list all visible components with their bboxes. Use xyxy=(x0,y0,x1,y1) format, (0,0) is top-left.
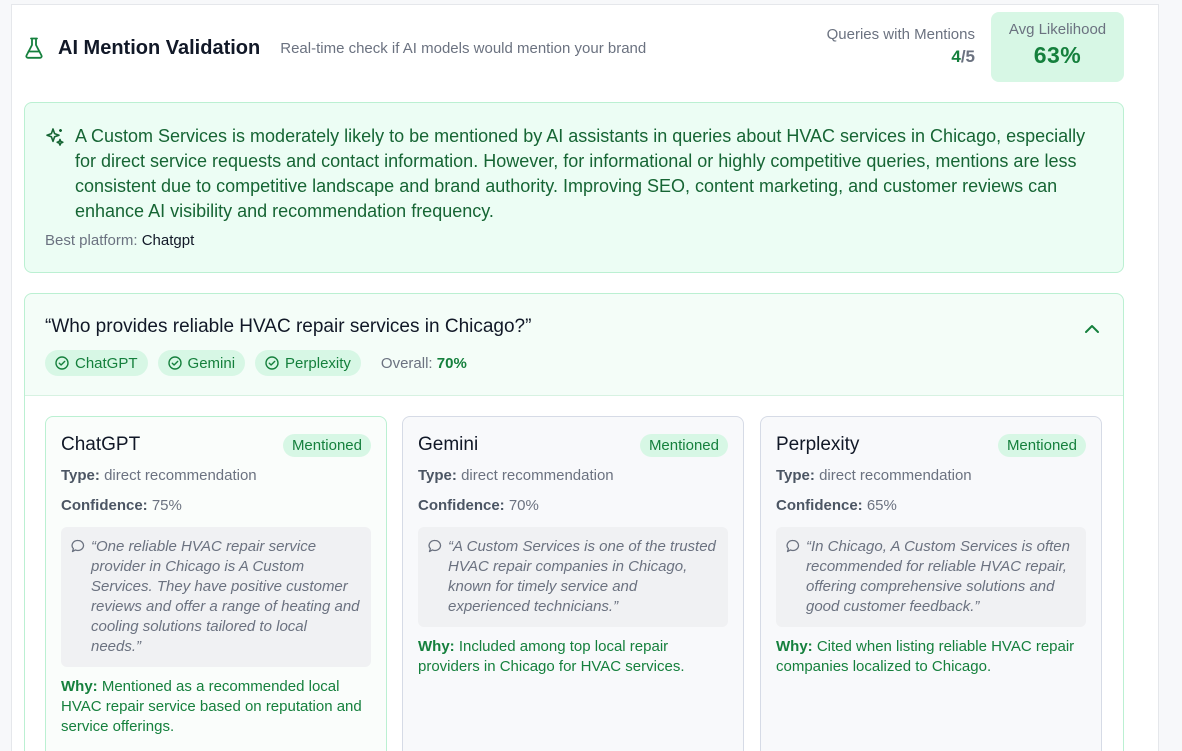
platform-pills: ChatGPT Gemini Perplexity Overall: 70% xyxy=(45,350,1103,376)
overall-score: Overall: 70% xyxy=(381,355,467,372)
queries-count: 4 xyxy=(951,47,961,66)
card-type: Type: direct recommendation xyxy=(61,465,371,487)
check-circle-icon xyxy=(167,356,182,370)
result-card-chatgpt: ChatGPT Mentioned Type: direct recommend… xyxy=(45,416,387,751)
why-text: Included among top local repair provider… xyxy=(418,638,685,675)
card-confidence: Confidence: 65% xyxy=(776,495,1086,517)
message-icon xyxy=(71,539,85,553)
type-label: Type: xyxy=(776,467,815,484)
flask-icon xyxy=(24,36,44,60)
type-label: Type: xyxy=(61,467,100,484)
pill-perplexity: Perplexity xyxy=(255,350,361,376)
type-value: direct recommendation xyxy=(461,467,614,484)
card-quote: “One reliable HVAC repair service provid… xyxy=(61,527,371,667)
query-text: “Who provides reliable HVAC repair servi… xyxy=(45,316,532,337)
why-label: Why: xyxy=(776,638,813,655)
card-confidence: Confidence: 75% xyxy=(61,495,371,517)
card-title: ChatGPT xyxy=(61,434,141,455)
header: AI Mention Validation Real-time check if… xyxy=(24,12,1124,84)
chevron-up-icon[interactable] xyxy=(1083,320,1101,338)
message-icon xyxy=(428,539,442,553)
summary-box: A Custom Services is moderately likely t… xyxy=(24,102,1124,273)
queries-label: Queries with Mentions xyxy=(826,26,975,43)
card-title: Perplexity xyxy=(776,434,860,455)
card-title: Gemini xyxy=(418,434,479,455)
result-card-perplexity: Perplexity Mentioned Type: direct recomm… xyxy=(760,416,1102,751)
card-confidence: Confidence: 70% xyxy=(418,495,728,517)
page-subtitle: Real-time check if AI models would menti… xyxy=(280,39,647,57)
card-why: Why: Mentioned as a recommended local HV… xyxy=(61,677,371,737)
why-label: Why: xyxy=(61,678,98,695)
queries-value: 4/5 xyxy=(827,47,975,67)
pill-chatgpt: ChatGPT xyxy=(45,350,148,376)
avg-likelihood-value: 63% xyxy=(1033,42,1082,68)
best-platform-value: Chatgpt xyxy=(141,232,195,249)
type-value: direct recommendation xyxy=(104,467,257,484)
pill-gemini: Gemini xyxy=(157,350,246,376)
card-type: Type: direct recommendation xyxy=(776,465,1086,487)
quote-text: “In Chicago, A Custom Services is often … xyxy=(806,538,1070,615)
confidence-label: Confidence: xyxy=(61,497,148,514)
card-quote: “In Chicago, A Custom Services is often … xyxy=(776,527,1086,627)
summary-text: A Custom Services is moderately likely t… xyxy=(75,126,1086,221)
queries-total: /5 xyxy=(960,47,975,66)
confidence-value: 70% xyxy=(508,497,539,514)
best-platform-label: Best platform: xyxy=(45,232,138,249)
confidence-label: Confidence: xyxy=(776,497,863,514)
pill-label: ChatGPT xyxy=(75,354,138,372)
check-circle-icon xyxy=(55,356,69,370)
overall-value: 70% xyxy=(436,354,467,372)
confidence-value: 65% xyxy=(866,497,897,514)
status-badge: Mentioned xyxy=(997,433,1086,457)
avg-likelihood-label: Avg Likelihood xyxy=(1008,21,1107,38)
card-why: Why: Included among top local repair pro… xyxy=(418,637,728,677)
quote-text: “One reliable HVAC repair service provid… xyxy=(91,538,360,655)
card-quote: “A Custom Services is one of the trusted… xyxy=(418,527,728,627)
status-badge: Mentioned xyxy=(282,433,371,457)
why-label: Why: xyxy=(418,638,455,655)
query-header[interactable]: “Who provides reliable HVAC repair servi… xyxy=(25,294,1123,396)
card-type: Type: direct recommendation xyxy=(418,465,728,487)
page-title: AI Mention Validation xyxy=(58,36,261,59)
sparkle-icon xyxy=(45,127,65,147)
check-circle-icon xyxy=(265,356,279,370)
query-accordion: “Who provides reliable HVAC repair servi… xyxy=(24,293,1124,751)
query-results: ChatGPT Mentioned Type: direct recommend… xyxy=(25,396,1123,751)
card-why: Why: Cited when listing reliable HVAC re… xyxy=(776,637,1086,677)
message-icon xyxy=(786,539,800,553)
pill-label: Perplexity xyxy=(285,354,351,372)
stats: Queries with Mentions 4/5 Avg Likelihood… xyxy=(827,12,1124,82)
overall-label: Overall: xyxy=(380,354,433,372)
avg-likelihood-stat: Avg Likelihood 63% xyxy=(991,12,1124,82)
type-label: Type: xyxy=(418,467,457,484)
status-badge: Mentioned xyxy=(639,433,728,457)
queries-stat: Queries with Mentions 4/5 xyxy=(827,12,975,67)
confidence-label: Confidence: xyxy=(418,497,505,514)
why-text: Cited when listing reliable HVAC repair … xyxy=(776,638,1075,675)
best-platform: Best platform: Chatgpt xyxy=(45,232,1103,249)
result-card-gemini: Gemini Mentioned Type: direct recommenda… xyxy=(402,416,744,751)
why-text: Mentioned as a recommended local HVAC re… xyxy=(61,678,362,735)
quote-text: “A Custom Services is one of the trusted… xyxy=(448,538,716,615)
confidence-value: 75% xyxy=(151,497,182,514)
pill-label: Gemini xyxy=(187,354,236,372)
type-value: direct recommendation xyxy=(819,467,972,484)
